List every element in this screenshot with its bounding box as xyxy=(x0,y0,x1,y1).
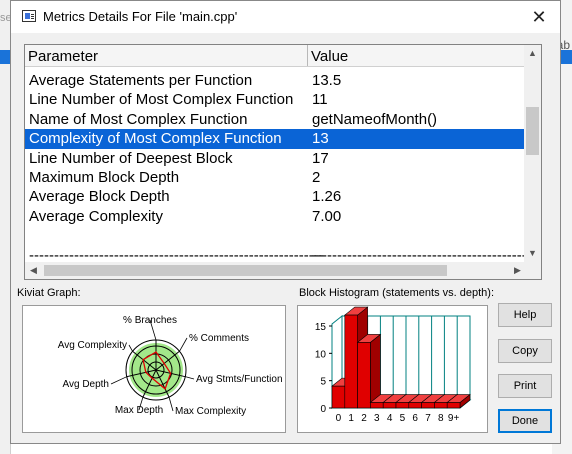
parameter-cell: Name of Most Complex Function xyxy=(29,110,248,128)
column-header-parameter[interactable]: Parameter xyxy=(25,45,308,66)
table-row[interactable]: Average Complexity 7.00 xyxy=(25,207,526,226)
histogram-bar xyxy=(421,402,435,409)
table-row[interactable]: Line Number of Deepest Block 17 xyxy=(25,149,526,168)
scroll-down-arrow-icon[interactable]: ▼ xyxy=(524,245,541,262)
done-button[interactable]: Done xyxy=(498,409,552,433)
histogram-bar xyxy=(382,402,397,409)
table-row[interactable] xyxy=(25,226,526,245)
block-histogram-label: Block Histogram (statements vs. depth): xyxy=(299,287,495,299)
print-button[interactable]: Print xyxy=(498,374,552,398)
y-tick-label: 15 xyxy=(315,322,327,333)
kiviat-graph-label: Kiviat Graph: xyxy=(17,287,81,299)
background-selection-left xyxy=(0,50,10,64)
x-tick-label: 4 xyxy=(387,413,393,424)
histogram-bar xyxy=(408,402,422,409)
value-cell: getNameofMonth() xyxy=(312,110,438,128)
block-histogram-panel: 0 5 10 15 0 1 2 3 4 5 6 7 8 9+ xyxy=(297,305,488,433)
metrics-details-dialog: Metrics Details For File 'main.cpp' ✕ Pa… xyxy=(10,0,561,444)
app-window-icon xyxy=(22,10,36,22)
parameter-cell: Maximum Block Depth xyxy=(29,168,180,186)
histogram-bar xyxy=(446,402,461,409)
x-tick-label: 2 xyxy=(361,413,367,424)
parameter-cell: Line Number of Deepest Block xyxy=(29,149,233,167)
table-row[interactable]: Average Block Depth 1.26 xyxy=(25,187,526,206)
histogram-bar xyxy=(344,314,358,409)
table-row[interactable]: Maximum Block Depth 2 xyxy=(25,168,526,187)
list-header: Parameter Value xyxy=(25,45,526,67)
kiviat-label-leader xyxy=(128,344,133,352)
parameter-cell: Average Complexity xyxy=(29,207,163,225)
y-tick-label: 0 xyxy=(320,404,326,415)
kiviat-axis-label: Max Complexity xyxy=(175,406,246,417)
kiviat-graph-panel: % Branches % Comments Avg Stmts/Function Ma… xyxy=(22,305,286,433)
metrics-list[interactable]: Parameter Value Average Statements per F… xyxy=(24,44,542,280)
help-button[interactable]: Help xyxy=(498,303,552,327)
column-header-value[interactable]: Value xyxy=(308,45,526,66)
value-cell: 11 xyxy=(312,91,328,109)
window-title: Metrics Details For File 'main.cpp' xyxy=(43,9,238,24)
x-tick-label: 7 xyxy=(425,413,431,424)
x-tick-label: 6 xyxy=(412,413,418,424)
kiviat-label-leader xyxy=(179,337,188,352)
vertical-scroll-thumb[interactable] xyxy=(526,107,539,155)
x-tick-label: 5 xyxy=(400,413,406,424)
value-cell: 7.00 xyxy=(312,207,342,225)
table-row[interactable]: Name of Most Complex Function getNameofMo… xyxy=(25,110,526,129)
kiviat-axis-label: Max Depth xyxy=(115,405,163,416)
kiviat-axis-label: % Branches xyxy=(123,315,177,326)
kiviat-label-leader xyxy=(110,376,127,385)
table-row[interactable]: Average Statements per Function 13.5 xyxy=(25,71,526,90)
x-tick-label: 0 xyxy=(336,413,342,424)
kiviat-axis-label: % Comments xyxy=(189,333,249,344)
close-button[interactable]: ✕ xyxy=(524,3,554,31)
list-rows: Average Statements per Function 13.5 Line … xyxy=(25,71,541,265)
kiviat-axis-label: Avg Complexity xyxy=(58,340,127,351)
scroll-left-arrow-icon[interactable]: ◀ xyxy=(25,262,42,279)
value-cell: 17 xyxy=(312,149,329,167)
parameter-cell: Line Number of Most Complex Function xyxy=(29,91,294,109)
horizontal-scroll-thumb[interactable] xyxy=(44,265,447,276)
y-tick-label: 5 xyxy=(320,377,326,388)
histogram-bar xyxy=(434,402,448,409)
histogram-bar xyxy=(357,342,371,409)
kiviat-axis-label: Avg Depth xyxy=(62,379,109,390)
value-cell: 13 xyxy=(312,130,329,148)
copy-button[interactable]: Copy xyxy=(498,339,552,363)
x-tick-label: 3 xyxy=(374,413,380,424)
value-cell: 2 xyxy=(312,168,321,186)
kiviat-label-leader xyxy=(168,396,174,412)
kiviat-label-leader xyxy=(185,376,195,380)
x-tick-label: 1 xyxy=(348,413,354,424)
value-cell: 13.5 xyxy=(312,72,342,89)
table-row[interactable]: Line Number of Most Complex Function 11 xyxy=(25,90,526,109)
y-tick-label: 10 xyxy=(315,349,327,360)
value-cell: 1.26 xyxy=(312,188,342,206)
horizontal-scrollbar[interactable]: ◀ ▶ xyxy=(25,262,526,279)
kiviat-axis-label: Avg Stmts/Function xyxy=(196,374,283,385)
kiviat-graph: % Branches % Comments Avg Stmts/Function Ma… xyxy=(58,315,283,417)
histogram-bar xyxy=(395,402,410,409)
parameter-cell: Average Statements per Function xyxy=(29,72,253,89)
title-bar[interactable]: Metrics Details For File 'main.cpp' ✕ xyxy=(11,1,560,33)
x-tick-label: 8 xyxy=(438,413,444,424)
scroll-up-arrow-icon[interactable]: ▲ xyxy=(524,45,541,62)
histogram-bar xyxy=(370,402,384,409)
scrollbar-corner xyxy=(524,262,541,279)
parameter-cell: Average Block Depth xyxy=(29,188,170,206)
table-row[interactable]: Complexity of Most Complex Function 13 xyxy=(25,129,526,149)
x-tick-label: 9+ xyxy=(448,413,460,424)
block-histogram-chart: 0510150 1 2 3 4 5 6 7 8 9+ xyxy=(315,306,472,424)
parameter-cell: Complexity of Most Complex Function xyxy=(29,130,282,148)
vertical-scrollbar[interactable]: ▲ ▼ xyxy=(524,45,541,262)
histogram-bar xyxy=(331,385,346,409)
